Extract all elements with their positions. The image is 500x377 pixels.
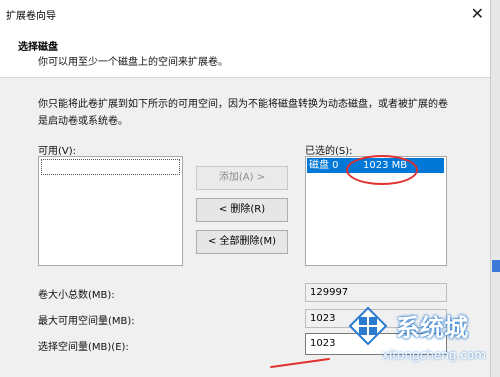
description: 你只能将此卷扩展到如下所示的可用空间，因为不能将磁盘转换为动态磁盘，或者被扩展的…: [38, 96, 478, 130]
close-icon[interactable]: ✕: [471, 4, 484, 23]
annotation-circle: [346, 155, 418, 185]
remove-all-button[interactable]: < 全部删除(M): [196, 230, 288, 254]
watermark: 系统城 xitongcheng.com: [348, 296, 498, 376]
select-space-label: 选择空间量(MB)(E):: [38, 342, 129, 353]
description-line-1: 你只能将此卷扩展到如下所示的可用空间，因为不能将磁盘转换为动态磁盘，或者被扩展的…: [38, 99, 448, 110]
selected-label: 已选的(S):: [305, 146, 353, 157]
remove-button[interactable]: < 删除(R): [196, 198, 288, 222]
title-bar: 扩展卷向导 ✕: [0, 0, 490, 28]
disk-name: 磁盘 0: [309, 160, 339, 171]
description-line-2: 是启动卷或系统卷。: [38, 116, 128, 127]
focus-row: [41, 159, 180, 175]
add-button[interactable]: 添加(A) >: [196, 166, 288, 190]
total-size-label: 卷大小总数(MB):: [38, 290, 115, 301]
watermark-url: xitongcheng.com: [382, 348, 486, 362]
watermark-brand: 系统城: [396, 314, 468, 342]
max-space-label: 最大可用空间量(MB):: [38, 316, 135, 327]
wizard-header: 选择磁盘 你可以用至少一个磁盘上的空间来扩展卷。: [0, 28, 490, 78]
page-subtitle: 你可以用至少一个磁盘上的空间来扩展卷。: [38, 57, 228, 68]
annotation-stroke: [270, 357, 330, 369]
windows-logo-icon: [348, 306, 388, 346]
page-title: 选择磁盘: [18, 42, 58, 53]
available-label: 可用(V):: [38, 146, 77, 157]
background-accent: [492, 260, 500, 272]
available-list[interactable]: [38, 156, 183, 266]
window-title: 扩展卷向导: [6, 11, 56, 22]
